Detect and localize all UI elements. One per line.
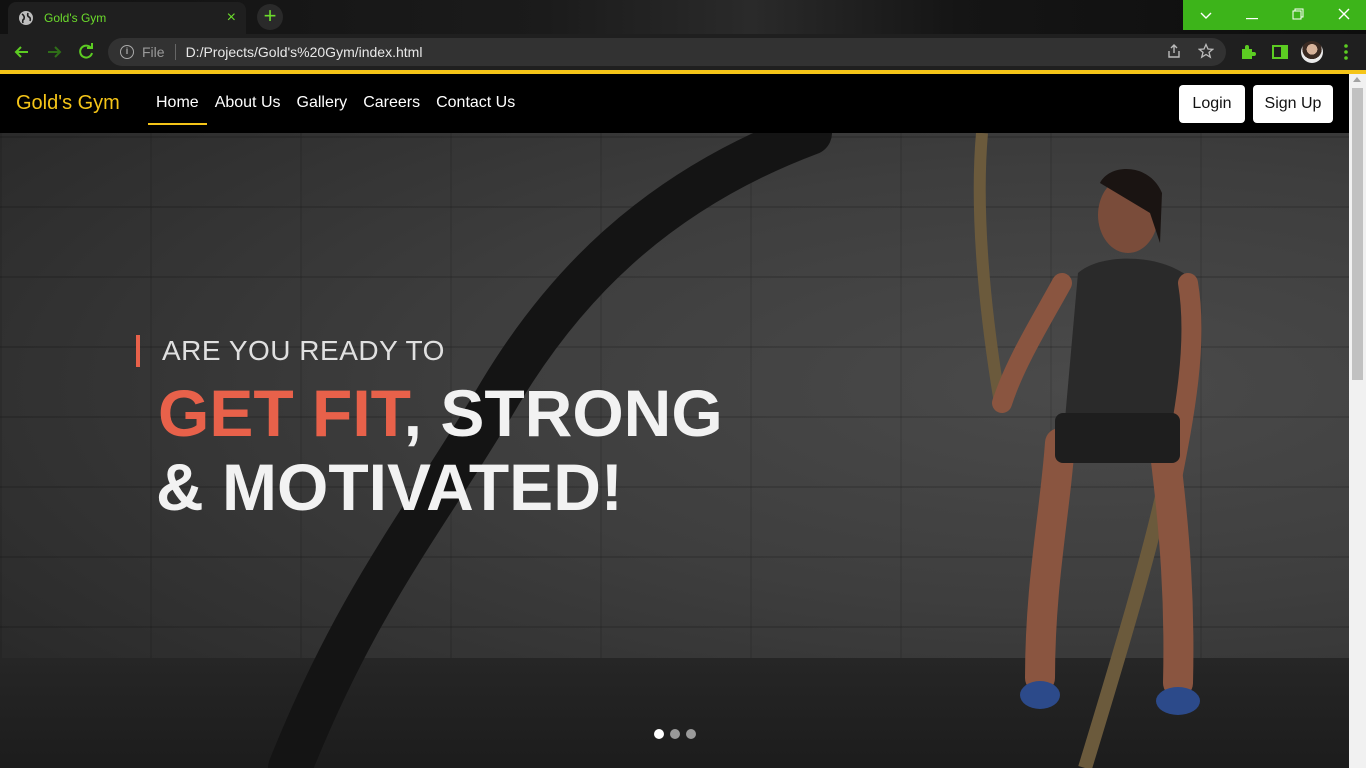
hero-title-line-2: & MOTIVATED! [156,450,623,524]
address-divider [174,44,176,60]
carousel-dot-2[interactable] [670,729,680,739]
browser-toolbar: i File D:/Projects/Gold's%20Gym/index.ht… [0,34,1366,70]
profile-avatar[interactable] [1301,41,1323,63]
bookmark-star-icon[interactable] [1198,43,1214,59]
minimize-icon [1246,18,1258,20]
tab-search-button[interactable] [1183,0,1229,30]
nav-links: Home About Us Gallery Careers Contact Us [148,74,523,133]
hero-title-rest: , STRONG [403,376,723,450]
protocol-label: File [142,44,165,60]
brand-logo[interactable]: Gold's Gym [16,92,120,115]
scrollbar-thumb[interactable] [1352,88,1363,380]
new-tab-button[interactable]: + [257,4,283,30]
minimize-button[interactable] [1229,0,1275,30]
tab-title: Gold's Gym [44,11,107,25]
hero-accent-bar [136,335,140,367]
site-info-icon[interactable]: i [120,45,134,59]
nav-link-home[interactable]: Home [148,74,207,133]
carousel-indicators [654,729,696,739]
hero-title-line-1: GET FIT, STRONG [158,375,723,451]
browser-tab[interactable]: Gold's Gym × [8,2,246,34]
page-scrollbar[interactable] [1349,74,1366,768]
reload-icon[interactable] [76,42,96,62]
restore-icon [1292,8,1304,20]
carousel-dot-3[interactable] [686,729,696,739]
side-panel-icon[interactable] [1270,42,1290,62]
nav-link-contact[interactable]: Contact Us [428,74,523,133]
hero-kicker: ARE YOU READY TO [162,335,445,366]
browser-tab-bar: Gold's Gym × + [0,0,1366,34]
site-navbar: Gold's Gym Home About Us Gallery Careers… [0,74,1349,133]
restore-button[interactable] [1275,0,1321,30]
close-tab-icon[interactable]: × [227,10,236,26]
url-text[interactable]: D:/Projects/Gold's%20Gym/index.html [186,44,423,60]
nav-link-careers[interactable]: Careers [355,74,428,133]
more-menu-icon[interactable] [1336,42,1356,62]
close-icon [1338,8,1350,20]
share-icon[interactable] [1166,43,1182,59]
back-arrow-icon[interactable] [12,42,32,62]
hero-carousel[interactable]: ARE YOU READY TO GET FIT, STRONG & MOTIV… [0,133,1349,768]
carousel-dot-1[interactable] [654,729,664,739]
login-button[interactable]: Login [1179,85,1245,123]
forward-arrow-icon[interactable] [44,42,64,62]
nav-link-about[interactable]: About Us [207,74,289,133]
page-viewport: Gold's Gym Home About Us Gallery Careers… [0,74,1366,768]
sign-up-button[interactable]: Sign Up [1253,85,1333,123]
nav-link-gallery[interactable]: Gallery [289,74,356,133]
hero-title-accent: GET FIT [158,376,404,450]
close-window-button[interactable] [1321,0,1366,30]
chevron-down-icon [1200,12,1212,19]
scroll-up-arrow-icon[interactable] [1353,77,1361,82]
globe-icon [19,11,33,25]
extensions-puzzle-icon[interactable] [1238,42,1258,62]
address-bar[interactable]: i File D:/Projects/Gold's%20Gym/index.ht… [108,38,1226,66]
